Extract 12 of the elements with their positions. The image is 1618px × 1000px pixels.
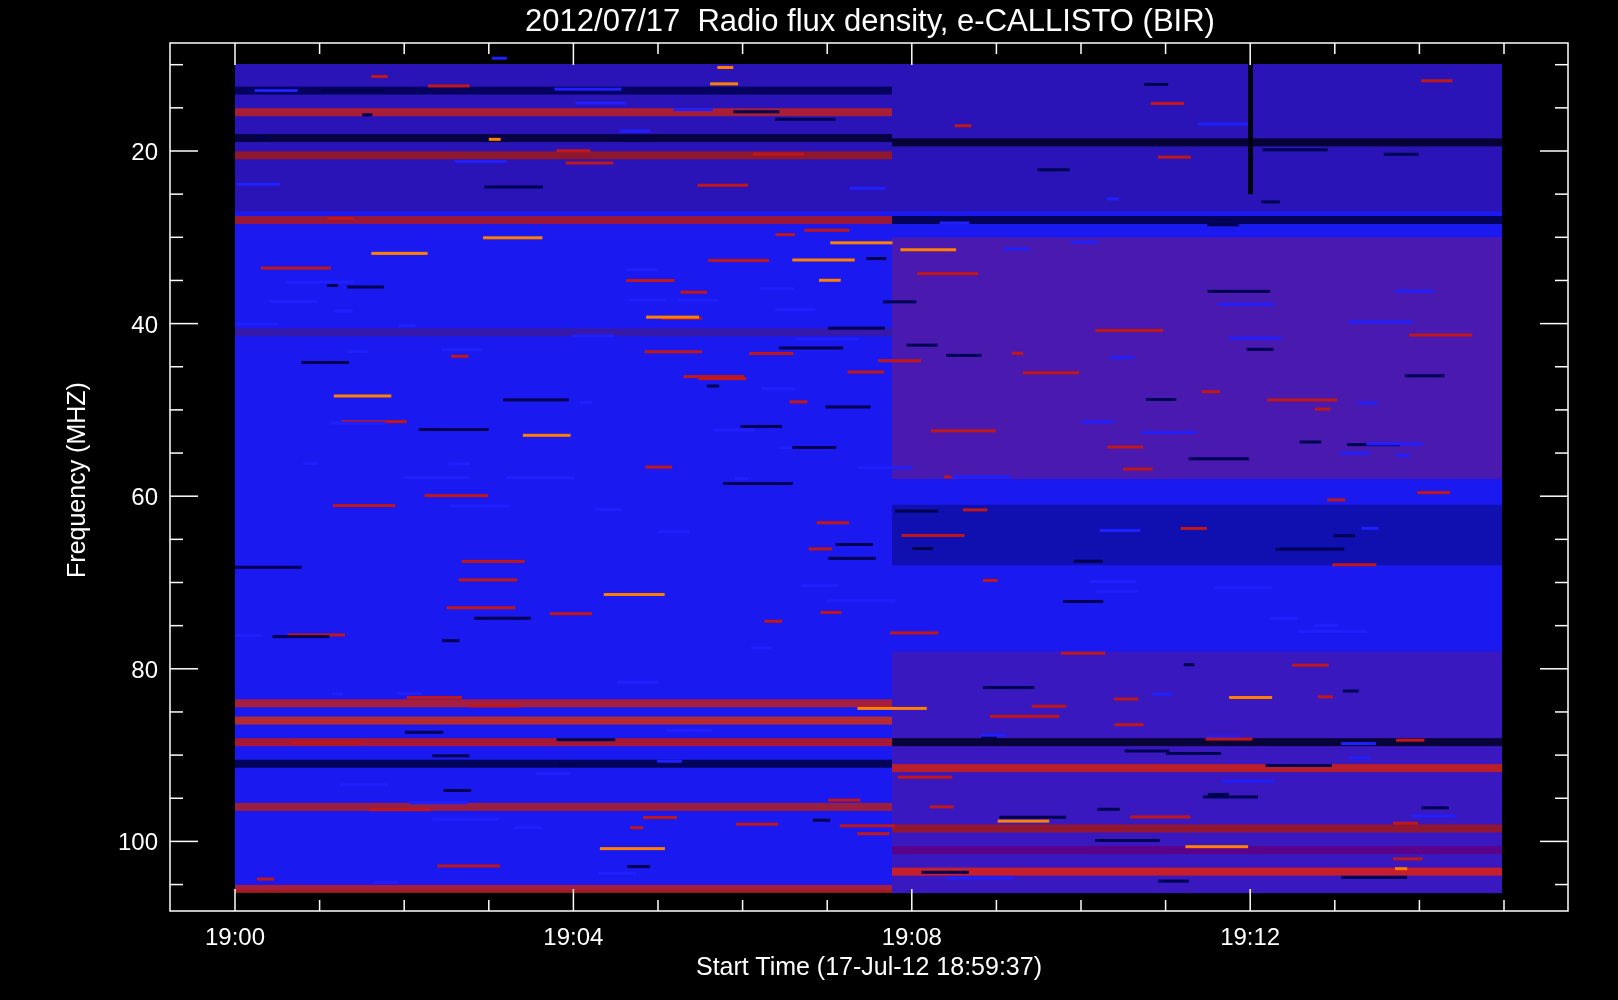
y-tick-label: 100 xyxy=(117,828,158,856)
y-axis-label: Frequency (MHZ) xyxy=(62,382,90,578)
x-tick-label: 19:08 xyxy=(881,923,942,950)
y-tick-label: 60 xyxy=(131,483,158,511)
x-tick-label: 19:12 xyxy=(1220,923,1281,950)
y-tick-label: 20 xyxy=(131,138,158,165)
y-tick-label: 80 xyxy=(131,655,158,683)
x-tick-label: 19:00 xyxy=(204,923,266,950)
x-axis-label: Start Time (17-Jul-12 18:59:37) xyxy=(696,952,1042,980)
y-tick-label: 40 xyxy=(131,310,158,338)
chart-title: 2012/07/17 Radio flux density, e-CALLISTO (BIR) xyxy=(525,3,1215,38)
x-tick-label: 19:04 xyxy=(543,923,604,950)
